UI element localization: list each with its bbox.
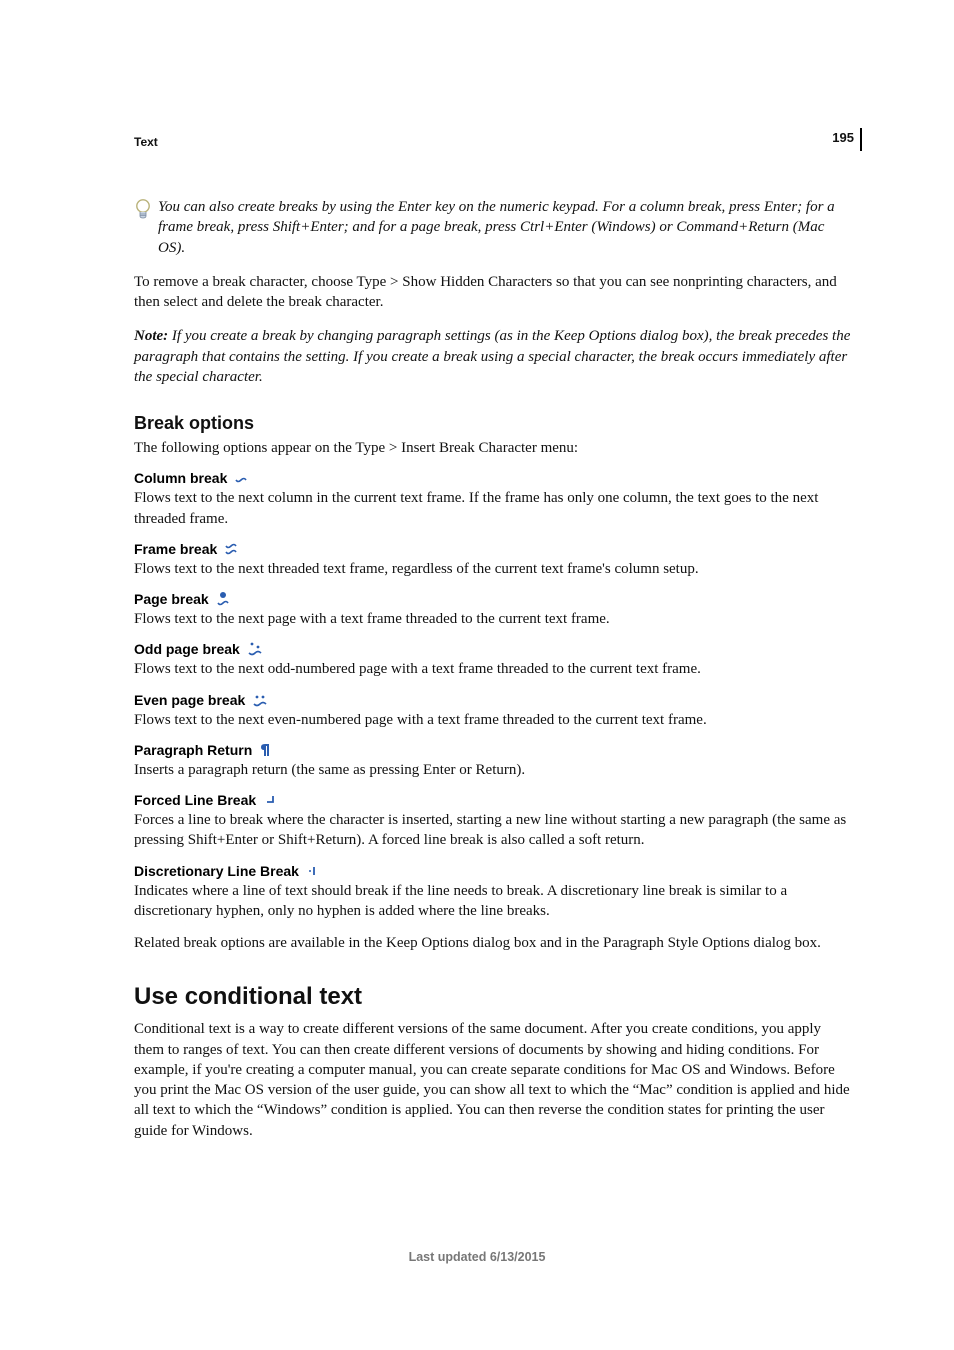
term-frame-break-label: Frame break	[134, 541, 217, 557]
tip-block: You can also create breaks by using the …	[134, 197, 854, 258]
term-page-break-label: Page break	[134, 591, 209, 607]
break-options-heading: Break options	[134, 413, 854, 434]
body-frame-break: Flows text to the next threaded text fra…	[134, 559, 854, 579]
tip-text: You can also create breaks by using the …	[158, 197, 854, 258]
note-paragraph: Note: If you create a break by changing …	[134, 326, 854, 387]
note-label: Note:	[134, 328, 168, 344]
body-odd-page-break: Flows text to the next odd-numbered page…	[134, 659, 854, 679]
column-break-icon	[235, 472, 247, 484]
page-number: 195	[832, 128, 862, 151]
related-paragraph: Related break options are available in t…	[134, 933, 854, 953]
term-forced-line-break: Forced Line Break	[134, 792, 854, 808]
term-odd-page-break: Odd page break	[134, 641, 854, 657]
body-column-break: Flows text to the next column in the cur…	[134, 488, 854, 529]
term-paragraph-return: Paragraph Return	[134, 742, 854, 758]
discretionary-line-break-icon	[307, 865, 319, 877]
conditional-text-heading: Use conditional text	[134, 983, 854, 1011]
note-body: If you create a break by changing paragr…	[134, 328, 850, 385]
body-even-page-break: Flows text to the next even-numbered pag…	[134, 710, 854, 730]
odd-page-break-icon	[248, 641, 262, 657]
forced-line-break-icon	[264, 794, 276, 806]
page: 195 Text You can also create breaks by u…	[0, 0, 954, 1350]
term-even-page-break-label: Even page break	[134, 692, 245, 708]
term-odd-page-break-label: Odd page break	[134, 641, 240, 657]
body-forced-line-break: Forces a line to break where the charact…	[134, 810, 854, 851]
body-page-break: Flows text to the next page with a text …	[134, 609, 854, 629]
page-break-icon	[217, 591, 229, 607]
frame-break-icon	[225, 542, 237, 556]
remove-break-paragraph: To remove a break character, choose Type…	[134, 272, 854, 313]
body-paragraph-return: Inserts a paragraph return (the same as …	[134, 760, 854, 780]
body-discretionary-line-break: Indicates where a line of text should br…	[134, 881, 854, 922]
term-frame-break: Frame break	[134, 541, 854, 557]
term-even-page-break: Even page break	[134, 692, 854, 708]
conditional-text-body: Conditional text is a way to create diff…	[134, 1019, 854, 1141]
term-column-break: Column break	[134, 470, 854, 486]
section-label: Text	[134, 135, 854, 149]
break-options-intro: The following options appear on the Type…	[134, 438, 854, 458]
term-forced-line-break-label: Forced Line Break	[134, 792, 256, 808]
term-paragraph-return-label: Paragraph Return	[134, 742, 252, 758]
even-page-break-icon	[253, 692, 267, 708]
pilcrow-icon	[260, 743, 270, 757]
lightbulb-icon	[134, 198, 152, 227]
term-column-break-label: Column break	[134, 470, 227, 486]
term-discretionary-line-break: Discretionary Line Break	[134, 863, 854, 879]
footer-last-updated: Last updated 6/13/2015	[0, 1250, 954, 1264]
term-page-break: Page break	[134, 591, 854, 607]
term-discretionary-line-break-label: Discretionary Line Break	[134, 863, 299, 879]
